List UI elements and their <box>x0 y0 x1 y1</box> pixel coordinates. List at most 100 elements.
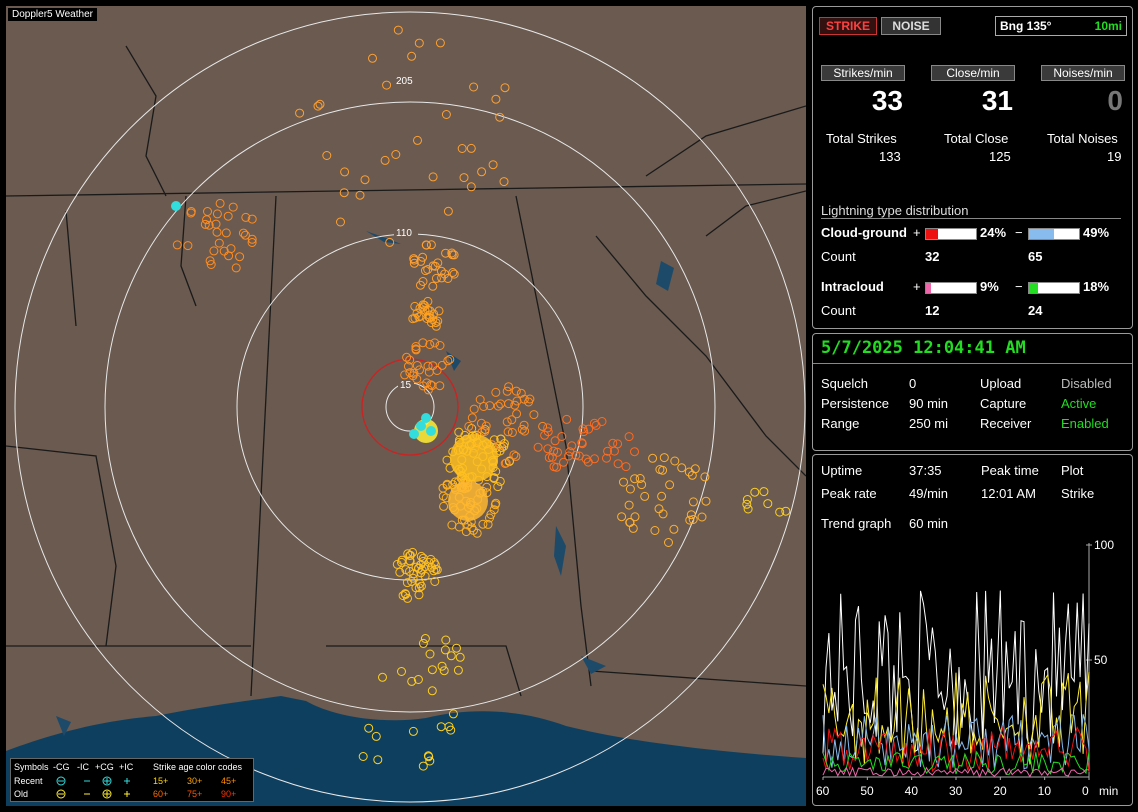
strike-marker <box>215 198 225 208</box>
noise-button[interactable]: NOISE <box>881 17 941 35</box>
cg-pos-percent: 24% <box>980 225 1007 240</box>
strike-marker <box>441 110 451 119</box>
capture-label: Capture <box>980 396 1027 411</box>
datetime-display: 5/7/2025 12:04:41 AM <box>821 338 1026 358</box>
strike-marker <box>491 94 501 104</box>
strike-marker <box>664 538 673 547</box>
persistence-label: Persistence <box>821 396 889 411</box>
peak-rate-value: 49/min <box>909 486 949 501</box>
strike-marker <box>428 172 438 182</box>
capture-value: Active <box>1061 396 1097 411</box>
total-noises-label: Total Noises <box>1047 131 1118 146</box>
lightning-map[interactable]: 205 110 15 Doppler5 Weather <box>6 6 806 806</box>
strike-marker <box>380 155 390 165</box>
ic-pos-bar <box>925 282 977 294</box>
distribution-title: Lightning type distribution <box>821 203 1121 219</box>
cg-pos-count: 32 <box>925 249 940 264</box>
strike-marker <box>437 360 447 370</box>
strikes-per-min-value: 33 <box>871 85 903 116</box>
plot-value[interactable]: Strike <box>1061 486 1094 501</box>
strike-marker <box>640 491 650 501</box>
strike-marker <box>212 209 222 219</box>
strike-marker <box>742 499 752 509</box>
status-panel: 5/7/2025 12:04:41 AM Squelch 0 Upload Di… <box>812 333 1133 451</box>
strike-marker <box>455 652 465 662</box>
squelch-value: 0 <box>909 376 917 391</box>
strike-marker <box>659 453 669 463</box>
strike-marker <box>240 230 250 240</box>
strike-marker <box>391 150 401 159</box>
strike-marker <box>360 175 370 185</box>
age-code-75: 75+ <box>187 789 203 799</box>
upload-label: Upload <box>980 376 1022 391</box>
intracloud-label: Intracloud <box>821 279 884 294</box>
strike-marker <box>414 38 424 48</box>
x-tick-label: 60 <box>816 784 830 798</box>
total-noises-value: 19 <box>1107 149 1122 164</box>
strike-marker <box>496 399 506 409</box>
strike-marker <box>336 217 345 227</box>
upload-value: Disabled <box>1061 376 1112 391</box>
strike-marker <box>665 480 675 490</box>
peak-rate-label: Peak rate <box>821 486 877 501</box>
strike-marker <box>183 241 193 251</box>
close-per-min-header: Close/min <box>931 65 1015 81</box>
ic-pos-bar-fill <box>926 283 931 293</box>
cloud-ground-label: Cloud-ground <box>821 225 907 240</box>
strike-marker <box>495 112 505 122</box>
cg-pos-sign: + <box>913 225 921 240</box>
recent-strike-marker <box>171 201 181 211</box>
trend-graph-label: Trend graph <box>821 516 892 531</box>
range-rings <box>14 11 806 803</box>
strike-marker <box>478 519 488 529</box>
strike-marker <box>449 250 459 260</box>
strike-marker <box>670 456 680 466</box>
ic-neg-count: 24 <box>1028 303 1043 318</box>
strike-marker <box>453 665 463 675</box>
strike-marker <box>500 83 510 93</box>
ic-neg-sign: − <box>1015 279 1023 294</box>
close-per-min-value: 31 <box>981 85 1013 116</box>
strike-marker <box>295 108 305 118</box>
strike-marker <box>750 487 760 497</box>
cg-neg-sign: − <box>1015 225 1023 240</box>
strike-marker <box>223 211 233 221</box>
strike-marker <box>511 386 521 396</box>
cg-neg-bar <box>1028 228 1080 240</box>
strike-marker <box>488 160 498 170</box>
legend-age-title: Strike age color codes <box>153 762 243 772</box>
strike-marker <box>477 167 487 177</box>
age-code-15: 15+ <box>153 776 169 786</box>
noises-per-min-value: 0 <box>1107 85 1123 116</box>
strike-marker <box>589 418 599 428</box>
strikes-per-min-header: Strikes/min <box>821 65 905 81</box>
strike-marker <box>613 459 623 469</box>
strike-marker <box>476 418 486 428</box>
strike-marker <box>617 512 627 522</box>
strike-marker <box>378 672 387 682</box>
age-code-90: 90+ <box>221 789 237 799</box>
strike-marker <box>493 401 503 411</box>
strike-marker <box>368 53 377 63</box>
strike-marker <box>446 651 456 661</box>
strike-marker <box>743 504 753 514</box>
receiver-value: Enabled <box>1061 416 1109 431</box>
strike-marker <box>520 426 530 436</box>
strike-marker <box>423 361 433 371</box>
strike-marker <box>447 520 457 530</box>
bearing-display: Bng 135° 10mi <box>995 16 1127 36</box>
range-mi-label: 10mi <box>1094 19 1122 33</box>
strike-marker <box>224 251 234 261</box>
strike-button[interactable]: STRIKE <box>819 17 877 35</box>
ic-count-label: Count <box>821 303 856 318</box>
strike-marker <box>231 263 241 273</box>
age-code-60: 60+ <box>153 789 169 799</box>
strike-marker <box>397 667 406 676</box>
strike-marker <box>214 238 224 248</box>
strike-marker <box>590 454 599 464</box>
strike-marker <box>355 190 365 200</box>
strike-marker <box>427 665 437 675</box>
strike-marker <box>529 410 539 420</box>
strike-marker <box>437 661 447 671</box>
x-tick-label: 20 <box>993 784 1007 798</box>
